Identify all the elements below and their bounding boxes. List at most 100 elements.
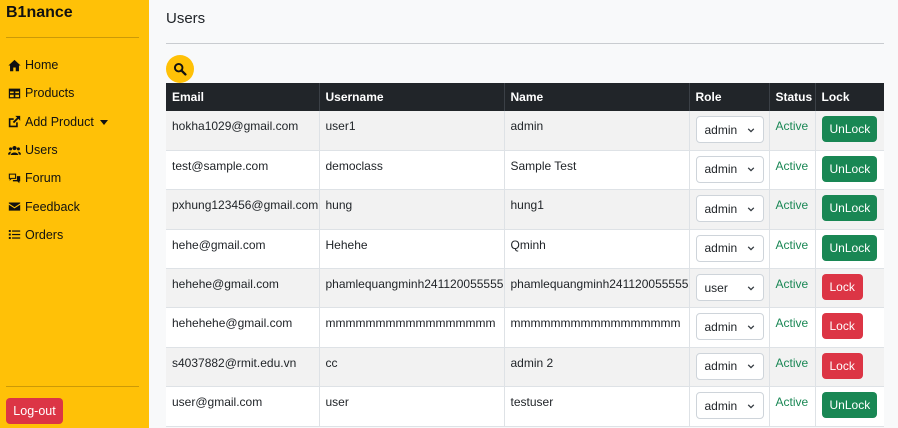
- role-select[interactable]: admin: [695, 234, 764, 262]
- username-cell: Hehehe: [319, 229, 505, 270]
- sidebar-item-products[interactable]: Products: [8, 79, 143, 107]
- table-row: hehehe@gmail.com phamlequangminh241120055…: [166, 268, 884, 309]
- status-badge: Active: [775, 119, 809, 133]
- status-cell: Active: [769, 268, 816, 309]
- table-row: hehe@gmail.com Hehehe Qminh admin Active UnLo…: [166, 229, 884, 270]
- users-icon: [8, 145, 21, 155]
- page-title: Users: [166, 10, 206, 27]
- lock-button[interactable]: Lock: [821, 274, 863, 301]
- username-cell: cc: [319, 347, 505, 388]
- name-cell: hung1: [504, 189, 690, 230]
- lock-cell: UnLock: [815, 150, 884, 191]
- unlock-button[interactable]: UnLock: [821, 195, 877, 222]
- role-select[interactable]: user: [695, 274, 764, 302]
- sidebar-item-label: Feedback: [25, 199, 80, 214]
- status-cell: Active: [769, 150, 816, 191]
- unlock-button[interactable]: UnLock: [821, 116, 877, 142]
- role-select-value: user: [704, 280, 728, 295]
- name-cell: admin: [504, 111, 690, 151]
- column-header-username: Username: [319, 83, 505, 111]
- column-header-status: Status: [769, 83, 816, 111]
- status-badge: Active: [775, 355, 809, 370]
- sidebar-item-add-product[interactable]: Add Product: [8, 108, 143, 136]
- status-cell: Active: [769, 386, 816, 427]
- email-cell: pxhung123456@gmail.com: [166, 189, 320, 230]
- title-divider: [166, 43, 884, 44]
- search-button[interactable]: [166, 55, 194, 83]
- sidebar-divider: [6, 37, 139, 38]
- role-select-value: admin: [704, 359, 738, 374]
- email-cell: user@gmail.com: [166, 386, 320, 427]
- role-cell: admin: [689, 386, 770, 427]
- status-badge: Active: [775, 237, 809, 252]
- status-cell: Active: [769, 229, 816, 270]
- status-badge: Active: [775, 277, 809, 292]
- sidebar-item-label: Home: [25, 58, 59, 73]
- email-cell: hehehehe@gmail.com: [166, 307, 320, 348]
- role-select[interactable]: admin: [695, 313, 764, 341]
- role-select[interactable]: admin: [695, 392, 764, 420]
- chevron-down-icon: [747, 167, 754, 172]
- role-cell: admin: [689, 229, 770, 270]
- lock-button[interactable]: Lock: [821, 352, 863, 379]
- role-cell: admin: [689, 150, 770, 191]
- status-badge: Active: [775, 198, 809, 213]
- sidebar-item-label: Forum: [25, 171, 62, 186]
- table-row: pxhung123456@gmail.com hung hung1 admin Acti…: [166, 189, 884, 230]
- chevron-down-icon: [747, 207, 754, 212]
- username-cell: phamlequangminh241120055555: [319, 268, 505, 309]
- sidebar-item-feedback[interactable]: Feedback: [8, 192, 143, 220]
- lock-cell: Lock: [815, 347, 884, 388]
- status-cell: Active: [769, 347, 816, 388]
- role-cell: admin: [689, 189, 770, 230]
- main-content: Users Email Username Name Role Status Lo…: [149, 0, 898, 428]
- sidebar-item-forum[interactable]: Forum: [8, 164, 143, 192]
- role-select-value: admin: [704, 241, 738, 256]
- chevron-down-icon: [747, 364, 754, 369]
- username-cell: user: [319, 386, 505, 427]
- email-cell: hehehe@gmail.com: [166, 268, 320, 309]
- external-link-icon: [8, 116, 21, 128]
- users-table: Email Username Name Role Status Lock hok…: [166, 83, 884, 427]
- unlock-button[interactable]: UnLock: [821, 392, 877, 419]
- sidebar-item-label: Orders: [25, 227, 64, 242]
- logout-button[interactable]: Log-out: [6, 398, 63, 424]
- username-cell: hung: [319, 189, 505, 230]
- comments-icon: [8, 173, 21, 184]
- sidebar-item-users[interactable]: Users: [8, 136, 143, 164]
- role-select[interactable]: admin: [695, 195, 764, 223]
- brand-logo[interactable]: B1nance: [6, 4, 73, 22]
- envelope-icon: [8, 202, 21, 211]
- table-header-row: Email Username Name Role Status Lock: [166, 83, 884, 111]
- table-row: hehehehe@gmail.com mmmmmmmmmmmmmmmmm mmmmm…: [166, 307, 884, 348]
- name-cell: Qminh: [504, 229, 690, 270]
- email-cell: s4037882@rmit.edu.vn: [166, 347, 320, 388]
- sidebar-item-label: Products: [25, 86, 75, 101]
- role-select[interactable]: admin: [695, 155, 764, 183]
- chevron-down-icon: [747, 325, 754, 330]
- status-badge: Active: [775, 395, 809, 410]
- role-select-value: admin: [704, 201, 738, 216]
- lock-cell: UnLock: [815, 111, 884, 151]
- sidebar-item-orders[interactable]: Orders: [8, 221, 143, 249]
- email-cell: hehe@gmail.com: [166, 229, 320, 270]
- unlock-button[interactable]: UnLock: [821, 155, 877, 182]
- role-select[interactable]: admin: [695, 352, 764, 380]
- role-select[interactable]: admin: [695, 116, 764, 143]
- role-cell: admin: [689, 307, 770, 348]
- email-cell: test@sample.com: [166, 150, 320, 191]
- role-select-value: admin: [704, 398, 738, 413]
- role-cell: user: [689, 268, 770, 309]
- column-header-email: Email: [166, 83, 320, 111]
- unlock-button[interactable]: UnLock: [821, 234, 877, 261]
- sidebar: B1nance Home Products Add Product Users …: [0, 0, 149, 428]
- status-badge: Active: [775, 316, 809, 331]
- sidebar-divider: [6, 386, 139, 387]
- status-cell: Active: [769, 307, 816, 348]
- chevron-down-icon: [747, 285, 754, 291]
- lock-button[interactable]: Lock: [821, 313, 863, 340]
- role-select-value: admin: [704, 319, 738, 334]
- name-cell: Sample Test: [504, 150, 690, 191]
- sidebar-item-label: Add Product: [25, 114, 94, 129]
- sidebar-item-home[interactable]: Home: [8, 51, 143, 79]
